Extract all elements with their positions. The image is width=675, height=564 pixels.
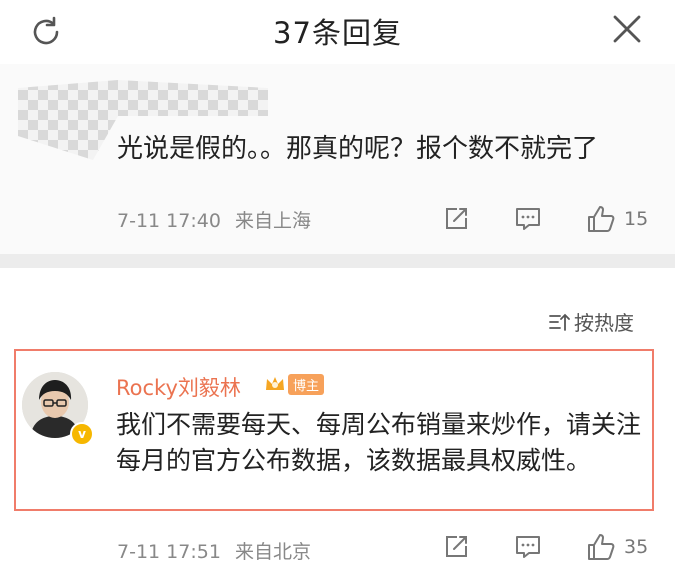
section-divider	[0, 254, 675, 268]
crown-icon	[266, 377, 284, 390]
share-icon[interactable]	[442, 533, 470, 561]
comment-icon[interactable]	[514, 205, 542, 233]
sort-label: 按热度	[574, 311, 634, 335]
sort-icon	[549, 313, 570, 331]
comment-text: 我们不需要每天、每周公布销量来炒作，请关注每月的官方公布数据，该数据最具权威性。	[116, 410, 642, 475]
username[interactable]: Rocky刘毅林	[116, 372, 241, 402]
comment-time: 7-11 17:40	[117, 210, 221, 232]
comment-location: 来自上海	[234, 210, 311, 232]
comment-icon[interactable]	[514, 533, 542, 561]
like-button[interactable]: 15	[586, 204, 648, 234]
comment-actions: 35	[442, 532, 648, 562]
comment-meta: 7-11 17:40 来自上海	[117, 206, 311, 233]
page-title: 37条回复	[273, 16, 402, 50]
comment-text: 光说是假的。。那真的呢？报个数不就完了	[117, 134, 599, 164]
like-count: 15	[624, 208, 649, 230]
comment-meta: 7-11 17:51 来自北京	[117, 537, 311, 564]
comment-time: 7-11 17:51	[117, 541, 221, 563]
like-button[interactable]: 35	[586, 532, 648, 562]
sort-button[interactable]: 按热度	[548, 307, 634, 336]
like-count: 35	[624, 536, 649, 558]
header-bar: 37条回复	[0, 0, 675, 64]
comment-actions: 15	[442, 204, 648, 234]
verified-badge-icon: v	[70, 422, 94, 446]
thumbs-up-icon	[588, 206, 615, 232]
thumbs-up-icon	[588, 534, 615, 560]
share-icon[interactable]	[442, 205, 470, 233]
comment-location: 来自北京	[234, 541, 311, 563]
author-badge: 博主	[264, 372, 325, 396]
close-icon[interactable]	[612, 14, 642, 44]
badge-label: 博主	[288, 373, 325, 395]
